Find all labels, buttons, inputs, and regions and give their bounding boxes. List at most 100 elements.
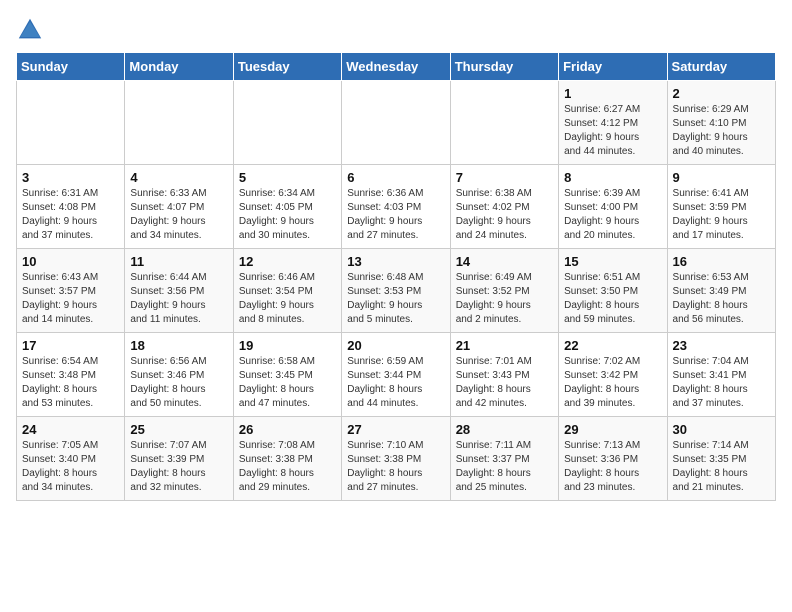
day-info: Sunrise: 6:58 AM Sunset: 3:45 PM Dayligh… [239,355,336,411]
day-number: 25 [130,422,227,437]
day-number: 28 [456,422,553,437]
calendar-cell: 18 Sunrise: 6:56 AM Sunset: 3:46 PM Dayli… [125,333,233,417]
calendar-cell [125,81,233,165]
day-info: Sunrise: 6:36 AM Sunset: 4:03 PM Dayligh… [347,187,444,243]
calendar-cell: 4 Sunrise: 6:33 AM Sunset: 4:07 PM Daylig… [125,165,233,249]
calendar-week-row: 1 Sunrise: 6:27 AM Sunset: 4:12 PM Daylig… [17,81,776,165]
calendar-cell: 14Sunrise: 6:49 AM Sunset: 3:52 PM Dayli… [450,249,558,333]
calendar-week-row: 3 Sunrise: 6:31 AM Sunset: 4:08 PM Daylig… [17,165,776,249]
column-header-thursday: Thursday [450,53,558,81]
day-number: 20 [347,338,444,353]
day-number: 23 [673,338,770,353]
calendar-cell: 29Sunrise: 7:13 AM Sunset: 3:36 PM Dayli… [559,417,667,501]
calendar-cell: 12Sunrise: 6:46 AM Sunset: 3:54 PM Dayli… [233,249,341,333]
day-number: 1 [564,86,661,101]
day-number: 9 [673,170,770,185]
calendar-cell [233,81,341,165]
calendar-cell: 25Sunrise: 7:07 AM Sunset: 3:39 PM Dayli… [125,417,233,501]
calendar-cell: 30 Sunrise: 7:14 AM Sunset: 3:35 PM Dayli… [667,417,775,501]
column-header-sunday: Sunday [17,53,125,81]
day-number: 27 [347,422,444,437]
day-info: Sunrise: 7:01 AM Sunset: 3:43 PM Dayligh… [456,355,553,411]
calendar-cell: 17Sunrise: 6:54 AM Sunset: 3:48 PM Dayli… [17,333,125,417]
day-info: Sunrise: 6:39 AM Sunset: 4:00 PM Dayligh… [564,187,661,243]
day-info: Sunrise: 6:56 AM Sunset: 3:46 PM Dayligh… [130,355,227,411]
day-number: 7 [456,170,553,185]
day-info: Sunrise: 6:41 AM Sunset: 3:59 PM Dayligh… [673,187,770,243]
calendar-cell: 22 Sunrise: 7:02 AM Sunset: 3:42 PM Dayli… [559,333,667,417]
day-number: 3 [22,170,119,185]
calendar-cell: 27 Sunrise: 7:10 AM Sunset: 3:38 PM Dayli… [342,417,450,501]
day-info: Sunrise: 7:05 AM Sunset: 3:40 PM Dayligh… [22,439,119,495]
calendar-cell [342,81,450,165]
day-info: Sunrise: 6:29 AM Sunset: 4:10 PM Dayligh… [673,103,770,159]
calendar-cell: 24 Sunrise: 7:05 AM Sunset: 3:40 PM Dayli… [17,417,125,501]
calendar-week-row: 24 Sunrise: 7:05 AM Sunset: 3:40 PM Dayli… [17,417,776,501]
day-info: Sunrise: 7:08 AM Sunset: 3:38 PM Dayligh… [239,439,336,495]
calendar-cell: 23 Sunrise: 7:04 AM Sunset: 3:41 PM Dayli… [667,333,775,417]
day-number: 30 [673,422,770,437]
calendar-header-row: SundayMondayTuesdayWednesdayThursdayFrid… [17,53,776,81]
calendar-cell: 26 Sunrise: 7:08 AM Sunset: 3:38 PM Dayli… [233,417,341,501]
calendar-cell: 8 Sunrise: 6:39 AM Sunset: 4:00 PM Daylig… [559,165,667,249]
day-info: Sunrise: 6:51 AM Sunset: 3:50 PM Dayligh… [564,271,661,327]
day-info: Sunrise: 7:04 AM Sunset: 3:41 PM Dayligh… [673,355,770,411]
column-header-tuesday: Tuesday [233,53,341,81]
day-number: 11 [130,254,227,269]
day-info: Sunrise: 6:27 AM Sunset: 4:12 PM Dayligh… [564,103,661,159]
day-number: 6 [347,170,444,185]
logo-icon [16,16,44,44]
page-header [16,16,776,44]
day-number: 26 [239,422,336,437]
day-number: 5 [239,170,336,185]
day-number: 14 [456,254,553,269]
calendar-cell: 9 Sunrise: 6:41 AM Sunset: 3:59 PM Daylig… [667,165,775,249]
calendar-cell: 5 Sunrise: 6:34 AM Sunset: 4:05 PM Daylig… [233,165,341,249]
day-number: 2 [673,86,770,101]
day-number: 29 [564,422,661,437]
day-number: 24 [22,422,119,437]
calendar-cell: 21Sunrise: 7:01 AM Sunset: 3:43 PM Dayli… [450,333,558,417]
calendar-cell: 1 Sunrise: 6:27 AM Sunset: 4:12 PM Daylig… [559,81,667,165]
calendar-cell: 3 Sunrise: 6:31 AM Sunset: 4:08 PM Daylig… [17,165,125,249]
day-info: Sunrise: 6:59 AM Sunset: 3:44 PM Dayligh… [347,355,444,411]
day-info: Sunrise: 7:14 AM Sunset: 3:35 PM Dayligh… [673,439,770,495]
calendar-cell: 7 Sunrise: 6:38 AM Sunset: 4:02 PM Daylig… [450,165,558,249]
day-info: Sunrise: 6:38 AM Sunset: 4:02 PM Dayligh… [456,187,553,243]
calendar-cell: 13 Sunrise: 6:48 AM Sunset: 3:53 PM Dayli… [342,249,450,333]
calendar-cell: 11 Sunrise: 6:44 AM Sunset: 3:56 PM Dayli… [125,249,233,333]
day-info: Sunrise: 6:44 AM Sunset: 3:56 PM Dayligh… [130,271,227,327]
day-number: 12 [239,254,336,269]
day-number: 4 [130,170,227,185]
logo [16,16,48,44]
day-info: Sunrise: 6:53 AM Sunset: 3:49 PM Dayligh… [673,271,770,327]
day-number: 10 [22,254,119,269]
day-info: Sunrise: 7:11 AM Sunset: 3:37 PM Dayligh… [456,439,553,495]
day-info: Sunrise: 6:33 AM Sunset: 4:07 PM Dayligh… [130,187,227,243]
calendar-cell: 15 Sunrise: 6:51 AM Sunset: 3:50 PM Dayli… [559,249,667,333]
calendar-cell: 2 Sunrise: 6:29 AM Sunset: 4:10 PM Daylig… [667,81,775,165]
calendar-cell: 19Sunrise: 6:58 AM Sunset: 3:45 PM Dayli… [233,333,341,417]
day-number: 18 [130,338,227,353]
calendar-week-row: 17Sunrise: 6:54 AM Sunset: 3:48 PM Dayli… [17,333,776,417]
calendar-cell: 20 Sunrise: 6:59 AM Sunset: 3:44 PM Dayli… [342,333,450,417]
calendar-cell: 16Sunrise: 6:53 AM Sunset: 3:49 PM Dayli… [667,249,775,333]
column-header-wednesday: Wednesday [342,53,450,81]
calendar-cell [450,81,558,165]
calendar-cell: 10 Sunrise: 6:43 AM Sunset: 3:57 PM Dayli… [17,249,125,333]
column-header-saturday: Saturday [667,53,775,81]
day-info: Sunrise: 7:10 AM Sunset: 3:38 PM Dayligh… [347,439,444,495]
column-header-friday: Friday [559,53,667,81]
day-info: Sunrise: 6:43 AM Sunset: 3:57 PM Dayligh… [22,271,119,327]
day-info: Sunrise: 6:34 AM Sunset: 4:05 PM Dayligh… [239,187,336,243]
day-number: 8 [564,170,661,185]
day-info: Sunrise: 7:02 AM Sunset: 3:42 PM Dayligh… [564,355,661,411]
calendar-week-row: 10 Sunrise: 6:43 AM Sunset: 3:57 PM Dayli… [17,249,776,333]
calendar-cell: 28 Sunrise: 7:11 AM Sunset: 3:37 PM Dayli… [450,417,558,501]
day-number: 22 [564,338,661,353]
day-info: Sunrise: 6:31 AM Sunset: 4:08 PM Dayligh… [22,187,119,243]
day-number: 15 [564,254,661,269]
day-info: Sunrise: 6:48 AM Sunset: 3:53 PM Dayligh… [347,271,444,327]
column-header-monday: Monday [125,53,233,81]
day-number: 13 [347,254,444,269]
